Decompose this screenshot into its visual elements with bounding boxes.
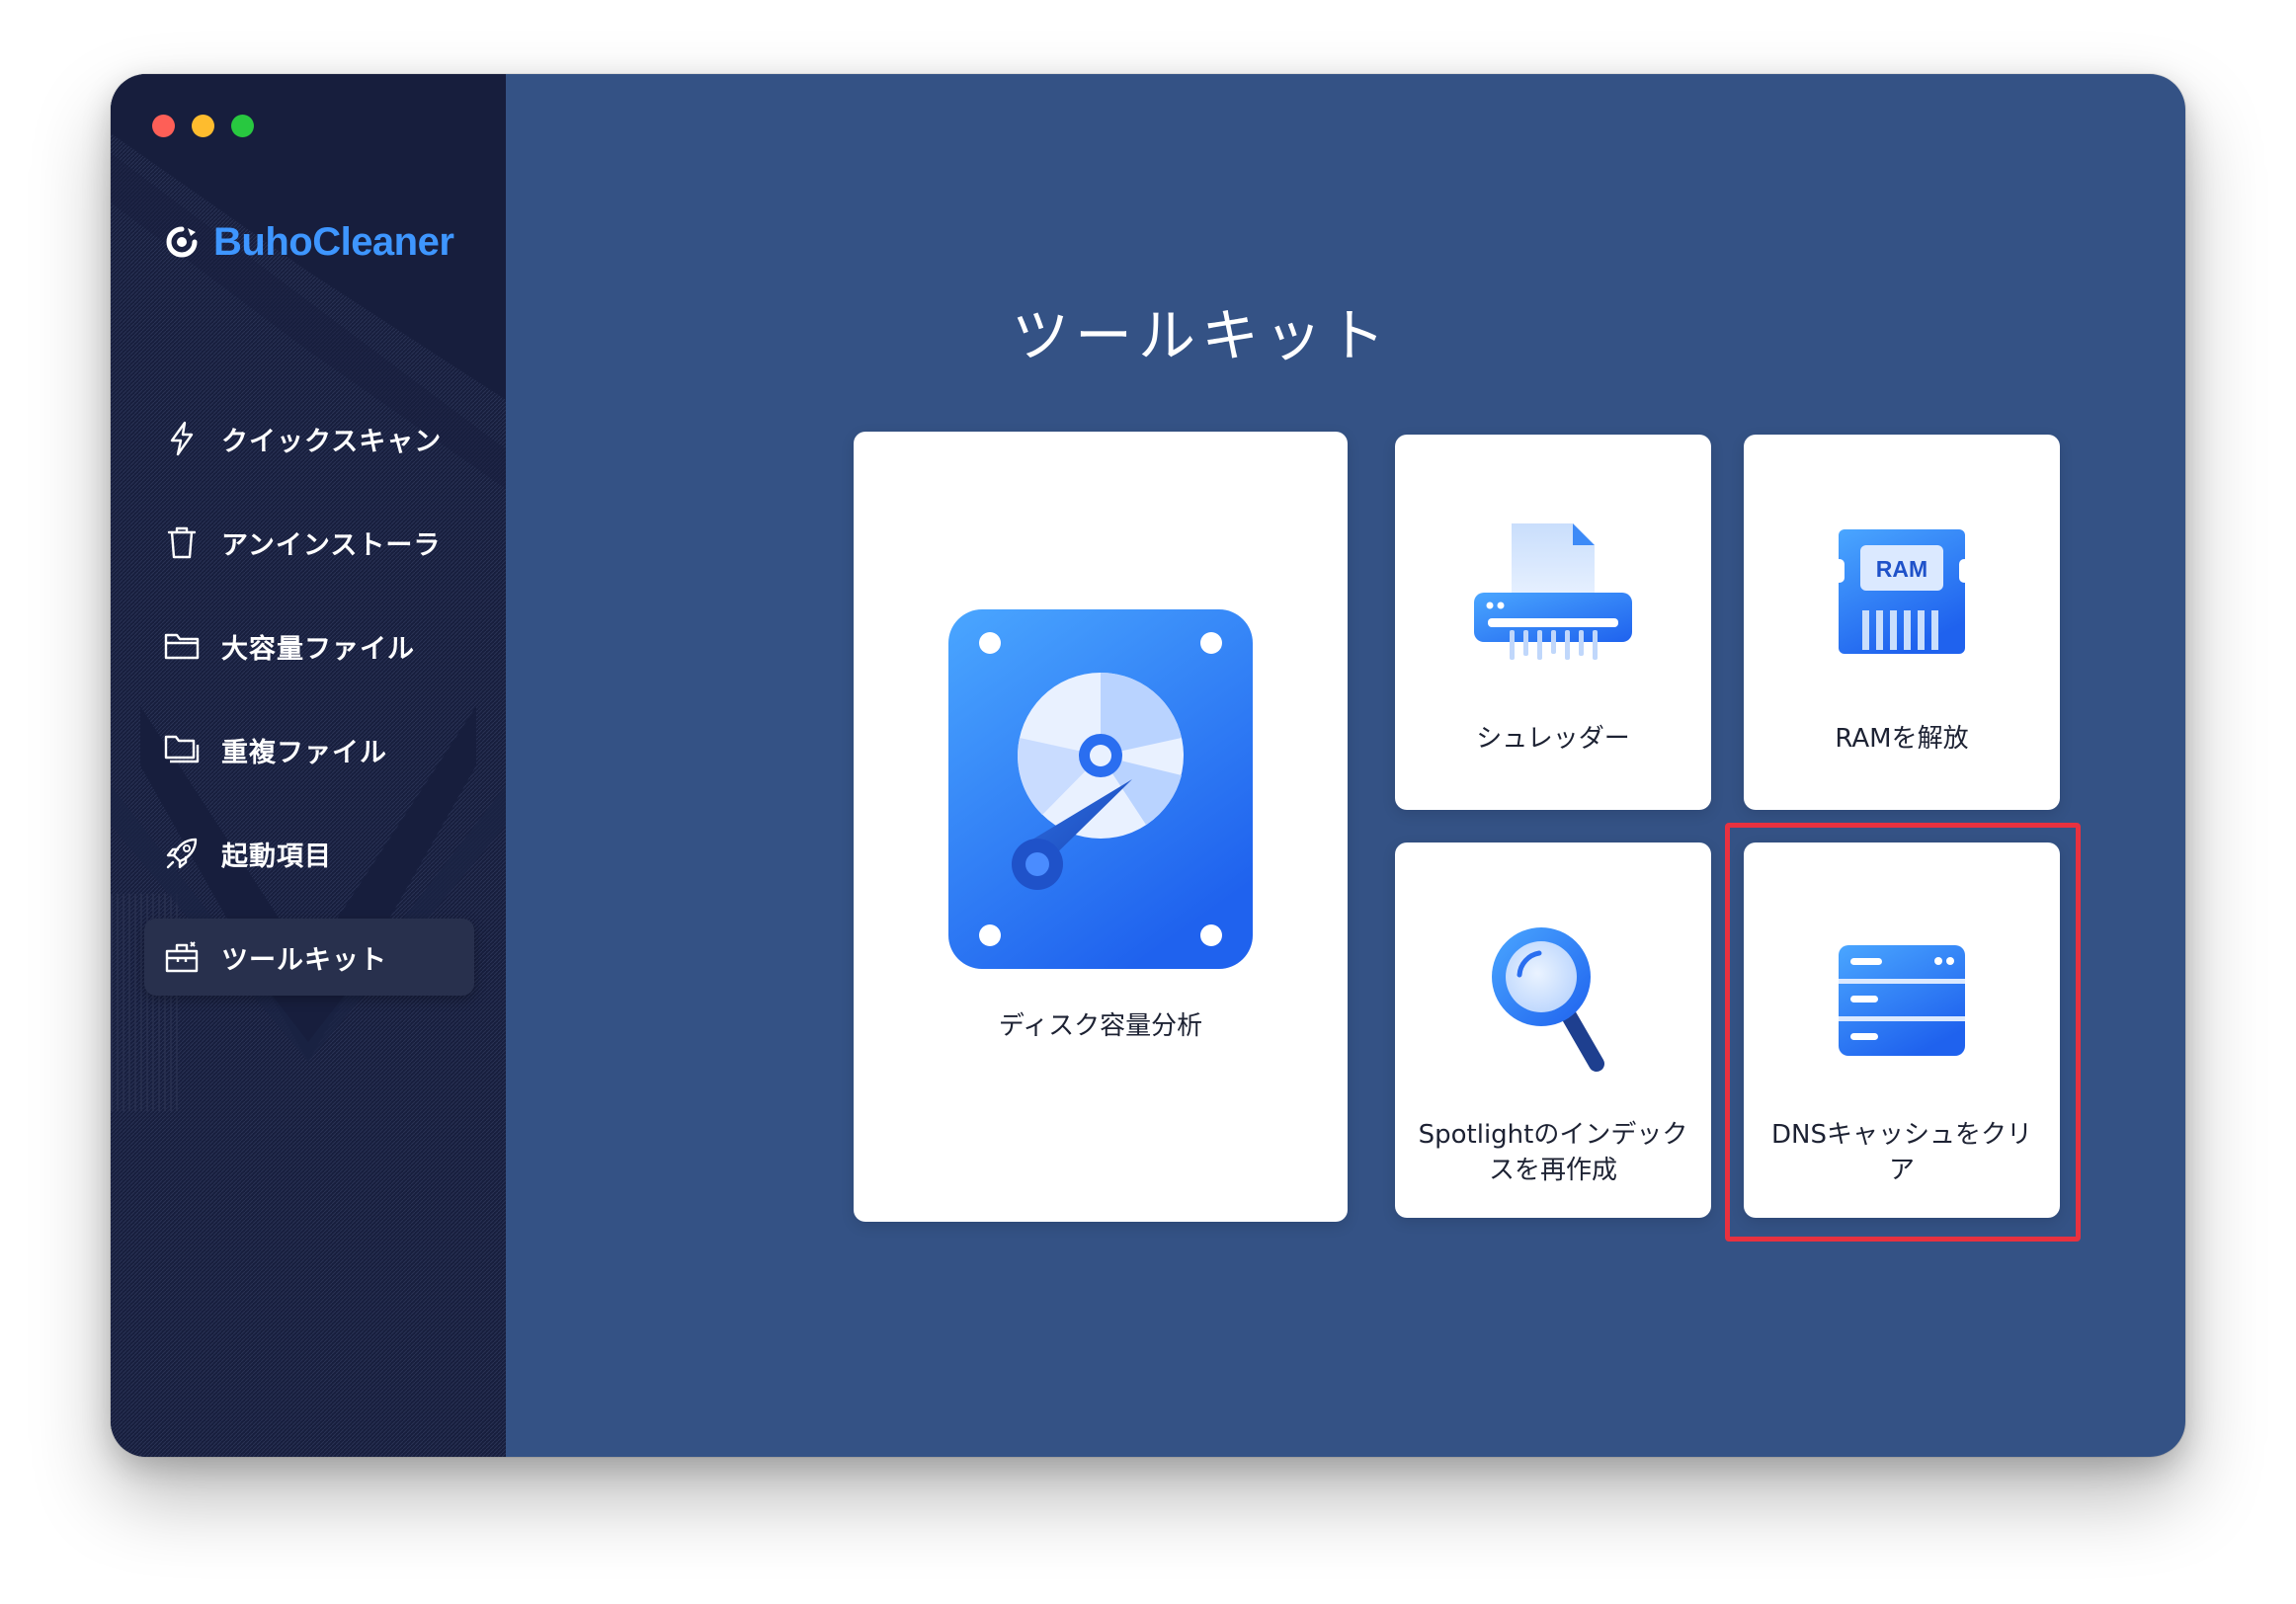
tool-label-line1: Spotlightのインデック — [1418, 1120, 1688, 1150]
page-title: ツールキット — [1011, 302, 1391, 369]
tool-label-line2: ア — [1888, 1156, 1915, 1185]
sidebar-item-label: 重複ファイル — [221, 737, 387, 768]
sidebar-item-startup[interactable]: 起動項目 — [144, 815, 474, 892]
spotlight-search-icon — [1492, 927, 1604, 1072]
sidebar-item-label: 大容量ファイル — [221, 633, 415, 665]
brand: BuhoCleaner — [164, 212, 454, 272]
trash-icon — [164, 524, 200, 560]
disk-analyzer-icon — [948, 609, 1253, 969]
sidebar-item-toolkit[interactable]: ツールキット — [144, 919, 474, 996]
sidebar: BuhoCleaner クイックスキャン アンインストーラ 大容量ファイル 重複… — [111, 74, 506, 1457]
shredder-icon — [1474, 523, 1632, 660]
minimize-window-button[interactable] — [192, 115, 214, 137]
buho-logo-icon — [166, 226, 198, 258]
duplicate-folder-icon — [164, 732, 200, 767]
sidebar-item-label: 起動項目 — [221, 841, 332, 872]
tool-card-spotlight-reindex[interactable]: Spotlightのインデック スを再作成 — [1395, 842, 1711, 1218]
tool-label-line2: スを再作成 — [1488, 1156, 1617, 1185]
bolt-icon — [164, 421, 200, 456]
sidebar-item-quick-scan[interactable]: クイックスキャン — [144, 400, 474, 477]
sidebar-item-large-files[interactable]: 大容量ファイル — [144, 607, 474, 684]
tool-card-free-ram[interactable]: RAM RAMを解放 — [1744, 435, 2060, 810]
tool-card-clear-dns-cache[interactable]: DNSキャッシュをクリ ア — [1744, 842, 2060, 1218]
sidebar-item-duplicates[interactable]: 重複ファイル — [144, 711, 474, 788]
ram-icon: RAM — [1839, 529, 1965, 654]
tool-label-line1: DNSキャッシュをクリ — [1771, 1120, 2032, 1150]
sidebar-item-label: クイックスキャン — [221, 426, 443, 457]
app-window: BuhoCleaner クイックスキャン アンインストーラ 大容量ファイル 重複… — [111, 74, 2185, 1457]
close-window-button[interactable] — [152, 115, 175, 137]
tool-label: ディスク容量分析 — [998, 1011, 1203, 1041]
sidebar-item-label: ツールキット — [221, 944, 387, 976]
ram-chip-label: RAM — [1876, 556, 1927, 582]
tool-label: シュレッダー — [1476, 724, 1630, 754]
folder-icon — [164, 628, 200, 664]
app-name: BuhoCleaner — [213, 219, 454, 264]
tool-card-shredder[interactable]: シュレッダー — [1395, 435, 1711, 810]
tool-label: RAMを解放 — [1835, 724, 1969, 754]
zoom-window-button[interactable] — [231, 115, 254, 137]
main-panel: ツールキット ディスク容量分析 シュレッダー RAM RAMを解放 Spotli… — [506, 74, 2185, 1457]
dns-server-icon — [1839, 945, 1965, 1056]
toolbox-icon — [164, 939, 200, 975]
sidebar-item-uninstaller[interactable]: アンインストーラ — [144, 504, 474, 581]
rocket-icon — [164, 836, 200, 871]
sidebar-item-label: アンインストーラ — [221, 529, 442, 561]
tool-card-disk-analyzer[interactable]: ディスク容量分析 — [854, 432, 1348, 1222]
